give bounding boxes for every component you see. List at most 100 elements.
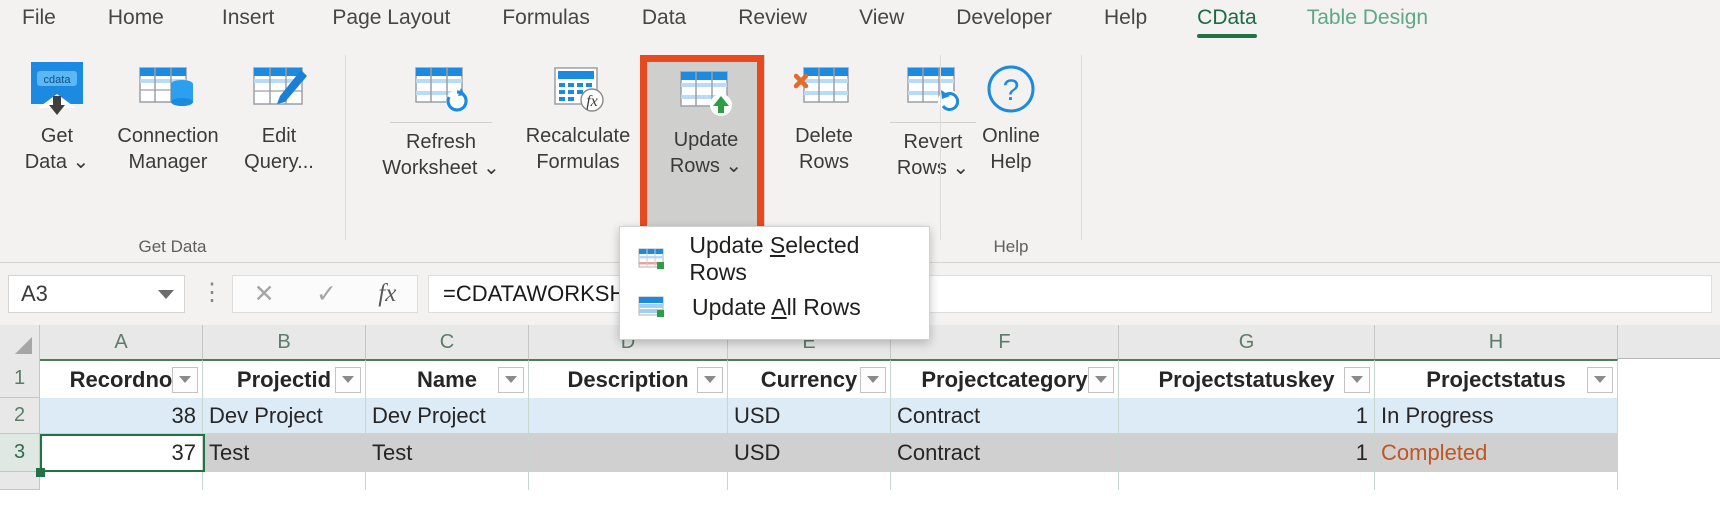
cell-h3[interactable]: Completed xyxy=(1375,434,1618,472)
table-row[interactable]: Name xyxy=(366,359,529,398)
cell-c2[interactable]: Dev Project xyxy=(366,398,529,434)
update-rows-label: Update Rows ⌄ xyxy=(669,129,743,178)
confirm-icon[interactable]: ✓ xyxy=(316,279,337,309)
tab-home[interactable]: Home xyxy=(108,0,164,41)
refresh-worksheet-button[interactable]: Refresh Worksheet ⌄ xyxy=(376,51,506,182)
svg-text:?: ? xyxy=(1003,74,1020,107)
cell-e4[interactable] xyxy=(728,472,891,490)
col-header-recordno: Recordno xyxy=(69,366,173,392)
cell-h4[interactable] xyxy=(1375,472,1618,490)
chevron-down-icon xyxy=(867,376,879,383)
tab-formulas[interactable]: Formulas xyxy=(502,0,590,41)
table-row[interactable]: Projectstatuskey xyxy=(1119,359,1375,398)
connection-manager-icon xyxy=(136,59,200,119)
edit-query-button[interactable]: Edit Query... xyxy=(232,51,326,176)
cell-d4[interactable] xyxy=(529,472,728,490)
cell-e2[interactable]: USD xyxy=(728,398,891,434)
column-header-c[interactable]: C xyxy=(366,325,529,359)
filter-dropdown-name[interactable] xyxy=(498,366,524,393)
ribbon-group-help: ? Online Help Help xyxy=(941,41,1081,263)
tab-page-layout[interactable]: Page Layout xyxy=(332,0,450,41)
cell-g2[interactable]: 1 xyxy=(1119,398,1375,434)
refresh-worksheet-label: Refresh Worksheet ⌄ xyxy=(382,131,500,180)
cell-f3[interactable]: Contract xyxy=(891,434,1119,472)
cell-a3[interactable]: 37 xyxy=(40,434,203,472)
cell-g4[interactable] xyxy=(1119,472,1375,490)
refresh-worksheet-split-divider xyxy=(390,122,492,123)
tab-help[interactable]: Help xyxy=(1104,0,1147,41)
table-row[interactable]: Projectcategory xyxy=(891,359,1119,398)
spreadsheet-grid: A B C D E F G H 1 Recordno Projectid Nam… xyxy=(0,325,1720,528)
update-all-rows-icon xyxy=(638,295,676,319)
filter-dropdown-currency[interactable] xyxy=(860,366,886,393)
name-box-chevron-down-icon[interactable] xyxy=(158,289,174,299)
select-all-corner[interactable] xyxy=(0,325,40,359)
question-mark-icon: ? xyxy=(984,59,1038,119)
online-help-button[interactable]: ? Online Help xyxy=(959,51,1063,176)
fill-handle[interactable] xyxy=(36,468,45,477)
column-header-a[interactable]: A xyxy=(40,325,203,359)
cell-f4[interactable] xyxy=(891,472,1119,490)
table-row[interactable]: Projectid xyxy=(203,359,366,398)
tab-data[interactable]: Data xyxy=(642,0,686,41)
tab-review[interactable]: Review xyxy=(738,0,807,41)
column-header-h[interactable]: H xyxy=(1375,325,1618,359)
group-label-help: Help xyxy=(993,237,1029,256)
cell-h2[interactable]: In Progress xyxy=(1375,398,1618,434)
row-header-3[interactable]: 3 xyxy=(0,434,40,472)
row-header-1[interactable]: 1 xyxy=(0,359,40,398)
filter-dropdown-projectcategory[interactable] xyxy=(1088,366,1114,393)
table-row[interactable]: Projectstatus xyxy=(1375,359,1618,398)
col-header-projectstatus: Projectstatus xyxy=(1426,366,1566,392)
insert-function-icon[interactable]: fx xyxy=(378,280,396,308)
cell-c4[interactable] xyxy=(366,472,529,490)
cell-g3[interactable]: 1 xyxy=(1119,434,1375,472)
row-header-4[interactable] xyxy=(0,472,40,490)
cell-d2[interactable] xyxy=(529,398,728,434)
cell-f2[interactable]: Contract xyxy=(891,398,1119,434)
row-header-2[interactable]: 2 xyxy=(0,398,40,434)
update-rows-button[interactable]: Update Rows ⌄ xyxy=(647,55,765,230)
cdata-logo-icon: cdata xyxy=(26,59,88,119)
filter-dropdown-projectstatus[interactable] xyxy=(1587,366,1613,393)
tab-table-design[interactable]: Table Design xyxy=(1307,0,1428,41)
cell-a2[interactable]: 38 xyxy=(40,398,203,434)
ribbon-group-get-data: cdata Get Data ⌄ Connection Manager Edit… xyxy=(0,41,345,263)
cell-e3[interactable]: USD xyxy=(728,434,891,472)
menu-item-update-selected-rows[interactable]: Update Selected Rows xyxy=(620,232,929,285)
tab-insert[interactable]: Insert xyxy=(222,0,275,41)
column-header-g[interactable]: G xyxy=(1119,325,1375,359)
table-row[interactable]: Description xyxy=(529,359,728,398)
cell-d3[interactable] xyxy=(529,434,728,472)
table-row: 3 37 Test Test USD Contract 1 Completed xyxy=(0,434,1720,472)
menu-item-update-all-rows[interactable]: Update All Rows xyxy=(620,283,929,331)
col-header-name: Name xyxy=(417,366,477,392)
filter-dropdown-description[interactable] xyxy=(697,366,723,393)
cell-b2[interactable]: Dev Project xyxy=(203,398,366,434)
chevron-down-icon xyxy=(342,376,354,383)
cancel-icon[interactable]: ✕ xyxy=(254,279,275,309)
column-header-b[interactable]: B xyxy=(203,325,366,359)
name-box[interactable]: A3 xyxy=(8,275,185,313)
filter-dropdown-projectstatuskey[interactable] xyxy=(1344,366,1370,393)
recalculate-formulas-button[interactable]: fx Recalculate Formulas xyxy=(512,51,644,176)
cell-c3[interactable]: Test xyxy=(366,434,529,472)
chevron-down-icon xyxy=(1095,376,1107,383)
tab-developer[interactable]: Developer xyxy=(956,0,1052,41)
select-all-triangle-icon xyxy=(15,337,32,354)
get-data-button[interactable]: cdata Get Data ⌄ xyxy=(10,51,104,176)
delete-rows-button[interactable]: Delete Rows xyxy=(772,51,876,176)
filter-dropdown-recordno[interactable] xyxy=(172,366,198,393)
formula-bar-grip[interactable]: ⋮ xyxy=(200,280,224,304)
cell-b3[interactable]: Test xyxy=(203,434,366,472)
filter-dropdown-projectid[interactable] xyxy=(335,366,361,393)
table-row[interactable]: Currency xyxy=(728,359,891,398)
table-row[interactable]: Recordno xyxy=(40,359,203,398)
tab-view[interactable]: View xyxy=(859,0,904,41)
cell-a4[interactable] xyxy=(40,472,203,490)
connection-manager-button[interactable]: Connection Manager xyxy=(112,51,224,176)
tab-cdata[interactable]: CData xyxy=(1197,0,1257,41)
cell-b4[interactable] xyxy=(203,472,366,490)
tab-file[interactable]: File xyxy=(22,0,56,41)
col-header-currency: Currency xyxy=(760,366,858,392)
